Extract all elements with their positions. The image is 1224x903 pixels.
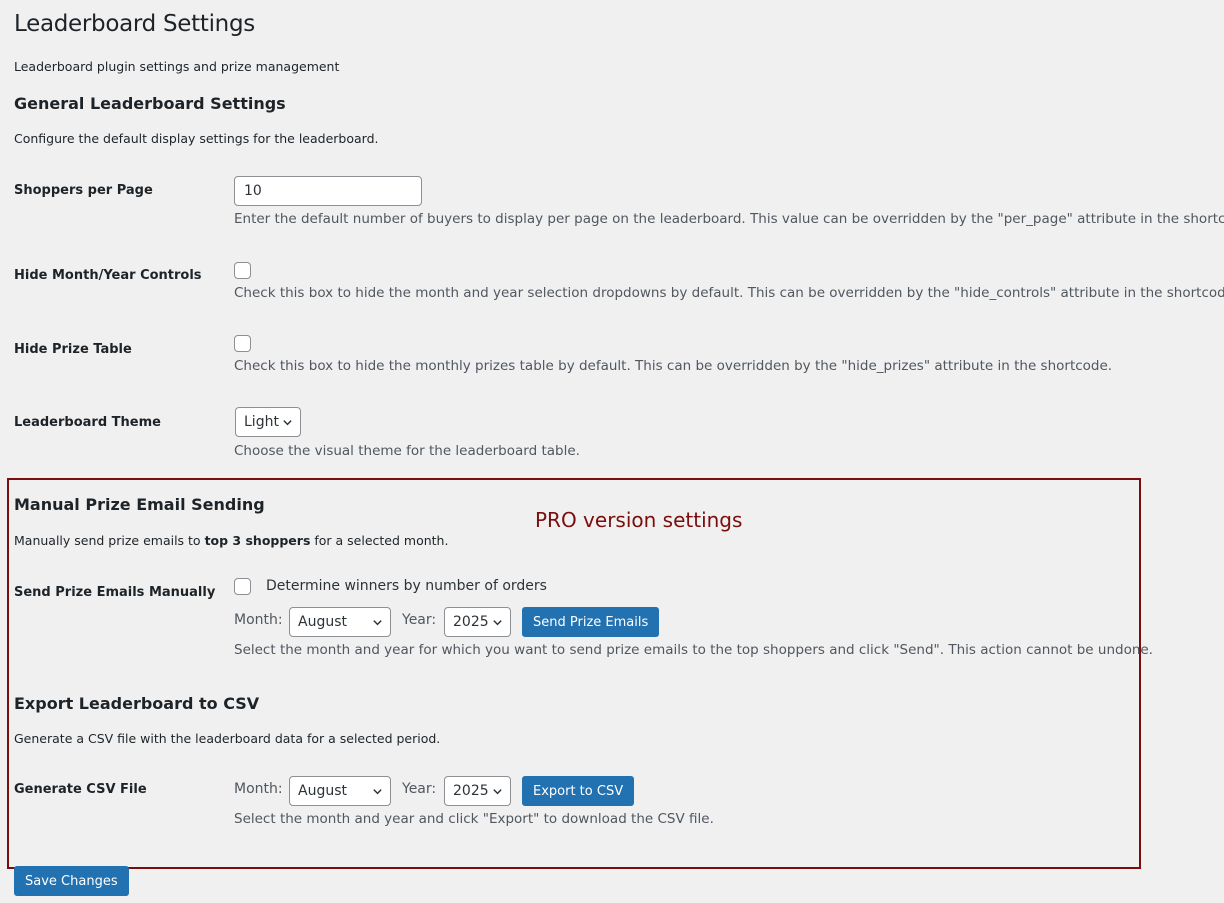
export-month-label: Month: (234, 781, 283, 797)
export-help: Select the month and year and click "Exp… (234, 811, 714, 827)
hide-prizes-description: Check this box to hide the monthly prize… (234, 358, 1113, 374)
chevron-down-icon (493, 788, 502, 794)
email-year-select[interactable]: 2025 (444, 607, 511, 637)
export-month-select[interactable]: August (289, 776, 391, 806)
email-month-value: August (298, 614, 347, 630)
send-prize-emails-button[interactable]: Send Prize Emails (522, 607, 660, 637)
shoppers-per-page-description: Enter the default number of buyers to di… (234, 211, 1224, 227)
pro-version-label: PRO version settings (535, 508, 743, 532)
general-settings-heading: General Leaderboard Settings (14, 94, 286, 113)
winners-by-orders-label: Determine winners by number of orders (266, 578, 547, 594)
hide-controls-description: Check this box to hide the month and yea… (234, 285, 1224, 301)
manual-email-heading: Manual Prize Email Sending (14, 495, 265, 514)
send-emails-label: Send Prize Emails Manually (14, 585, 216, 600)
hide-controls-label: Hide Month/Year Controls (14, 268, 202, 283)
chevron-down-icon (493, 619, 502, 625)
chevron-down-icon (373, 619, 382, 625)
chevron-down-icon (283, 419, 292, 425)
export-year-select[interactable]: 2025 (444, 776, 511, 806)
email-month-label: Month: (234, 612, 283, 628)
theme-label: Leaderboard Theme (14, 415, 161, 430)
email-year-value: 2025 (453, 614, 489, 630)
hide-controls-checkbox[interactable] (234, 262, 251, 279)
shoppers-per-page-input[interactable] (234, 176, 422, 206)
generate-csv-label: Generate CSV File (14, 782, 147, 797)
shoppers-per-page-label: Shoppers per Page (14, 183, 153, 198)
settings-page: Leaderboard Settings Leaderboard plugin … (0, 0, 1224, 903)
theme-description: Choose the visual theme for the leaderbo… (234, 443, 580, 459)
theme-select-value: Light (244, 414, 279, 430)
theme-select[interactable]: Light (235, 407, 301, 437)
export-description: Generate a CSV file with the leaderboard… (14, 731, 441, 746)
export-month-value: August (298, 783, 347, 799)
save-changes-button[interactable]: Save Changes (14, 866, 129, 896)
export-to-csv-button[interactable]: Export to CSV (522, 776, 635, 806)
export-heading: Export Leaderboard to CSV (14, 694, 260, 713)
hide-prizes-label: Hide Prize Table (14, 342, 132, 357)
send-emails-help: Select the month and year for which you … (234, 642, 1153, 658)
email-month-select[interactable]: August (289, 607, 391, 637)
export-year-value: 2025 (453, 783, 489, 799)
chevron-down-icon (373, 788, 382, 794)
winners-by-orders-checkbox[interactable] (234, 578, 251, 595)
export-year-label: Year: (402, 781, 437, 797)
general-settings-description: Configure the default display settings f… (14, 131, 379, 146)
page-subtitle: Leaderboard plugin settings and prize ma… (14, 59, 340, 74)
hide-prizes-checkbox[interactable] (234, 335, 251, 352)
email-year-label: Year: (402, 612, 437, 628)
page-title: Leaderboard Settings (14, 11, 255, 37)
manual-email-description: Manually send prize emails to top 3 shop… (14, 533, 449, 548)
